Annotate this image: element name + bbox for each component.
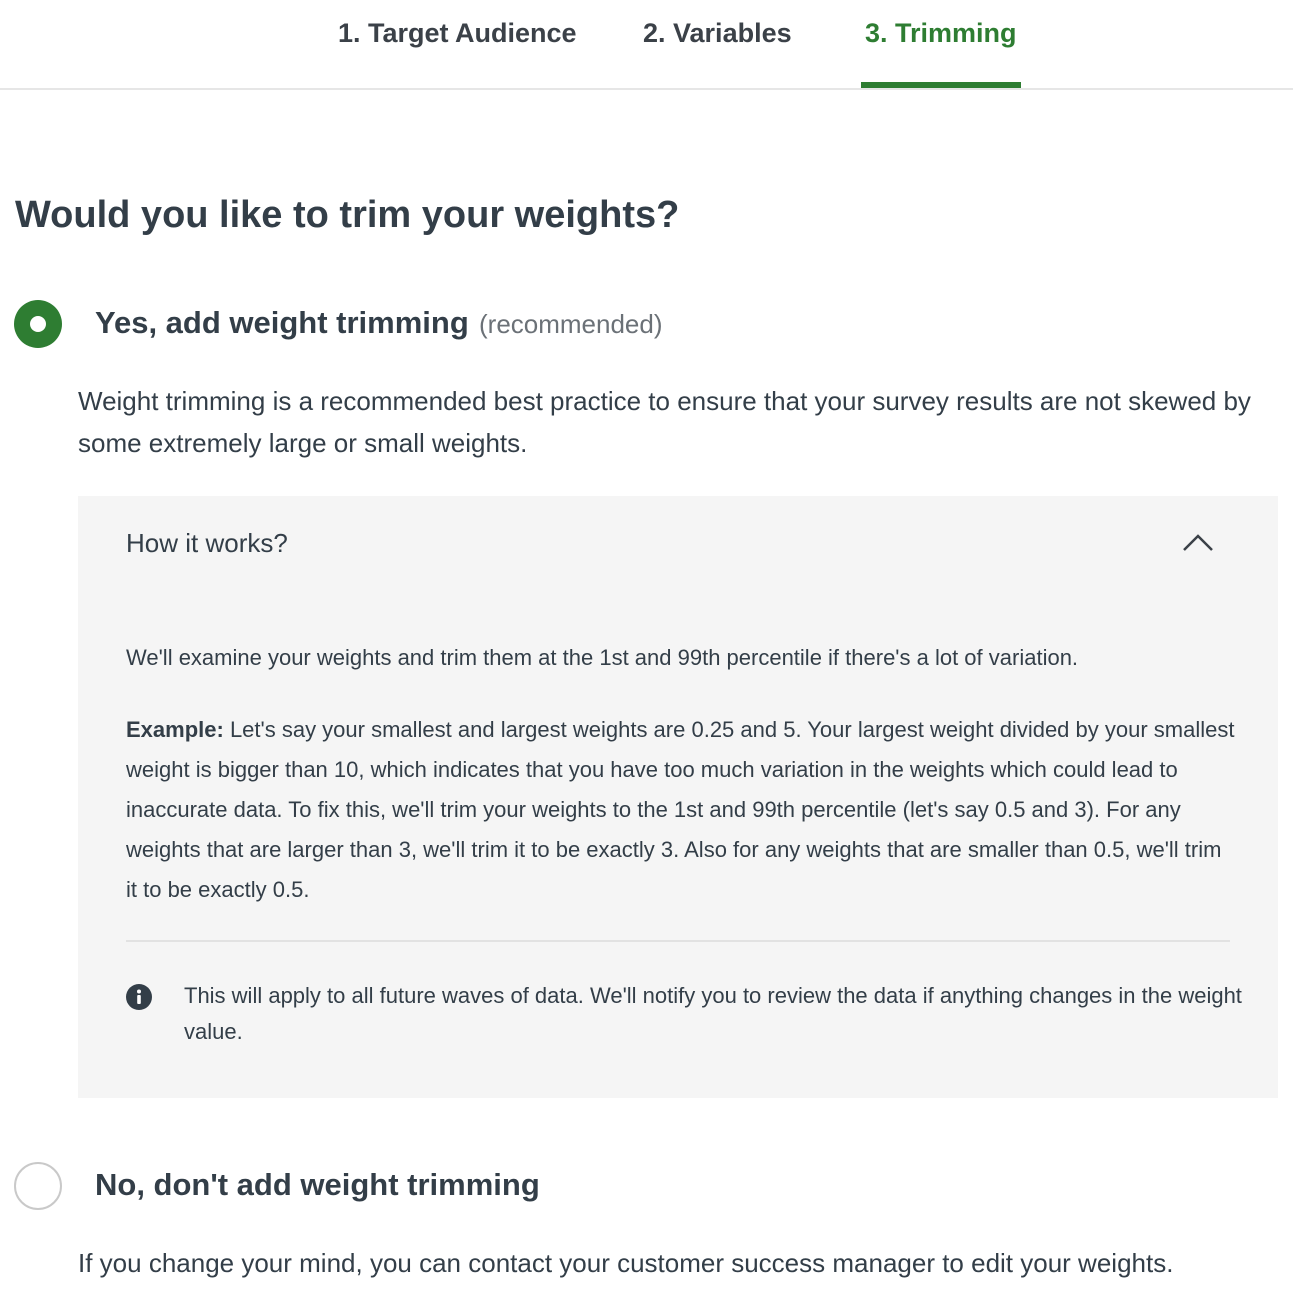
no-trimming-description: If you change your mind, you can contact… [78, 1248, 1174, 1278]
no-trimming-label[interactable]: No, don't add weight trimming [95, 1167, 540, 1203]
how-it-works-toggle[interactable]: How it works? [126, 528, 288, 559]
trimming-page: 1. Target Audience 2. Variables 3. Trimm… [0, 0, 1293, 1295]
active-tab-indicator [861, 82, 1021, 88]
chevron-up-icon[interactable] [1182, 532, 1214, 552]
step-tabs: 1. Target Audience 2. Variables 3. Trimm… [0, 0, 1293, 90]
example-paragraph: Example: Let's say your smallest and lar… [126, 710, 1236, 910]
tab-target-audience[interactable]: 1. Target Audience [338, 18, 577, 88]
divider [126, 940, 1230, 942]
info-note: This will apply to all future waves of d… [184, 983, 1242, 1044]
example-label: Example: [126, 717, 224, 742]
how-it-works-panel: How it works? We'll examine your weights… [78, 496, 1278, 1098]
recommended-tag: (recommended) [479, 309, 663, 339]
yes-trimming-radio[interactable] [14, 300, 62, 348]
how-it-works-paragraph: We'll examine your weights and trim them… [126, 645, 1079, 670]
no-trimming-radio[interactable] [14, 1162, 62, 1210]
yes-trimming-label[interactable]: Yes, add weight trimming [95, 305, 469, 341]
tab-variables[interactable]: 2. Variables [643, 18, 792, 88]
example-text: Let's say your smallest and largest weig… [126, 717, 1235, 902]
info-icon [126, 984, 152, 1010]
yes-trimming-description: Weight trimming is a recommended best pr… [78, 386, 1251, 458]
page-title: Would you like to trim your weights? [15, 194, 680, 236]
tab-trimming[interactable]: 3. Trimming [865, 18, 1017, 88]
